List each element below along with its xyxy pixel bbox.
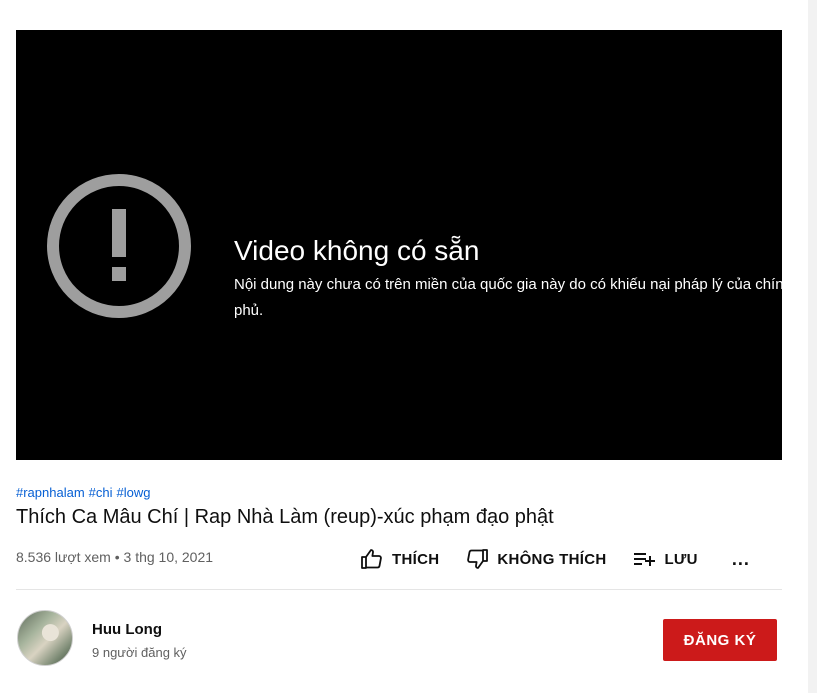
hashtag-link[interactable]: #chi <box>89 485 113 500</box>
hashtag-list: #rapnhalam #chi #lowg <box>16 485 154 500</box>
divider <box>16 589 782 590</box>
video-player[interactable]: Video không có sẵn Nội dung này chưa có … <box>16 30 792 460</box>
hashtag-link[interactable]: #rapnhalam <box>16 485 85 500</box>
dislike-label: KHÔNG THÍCH <box>497 550 607 568</box>
like-button[interactable]: THÍCH <box>360 544 439 574</box>
thumbs-up-icon <box>361 549 382 569</box>
page-frame: Video không có sẵn Nội dung này chưa có … <box>0 0 808 693</box>
playlist-add-icon <box>634 553 656 566</box>
save-button[interactable]: LƯU <box>632 544 698 574</box>
video-meta: 8.536 lượt xem • 3 thg 10, 2021 <box>16 549 213 565</box>
thumbs-down-icon <box>467 549 489 569</box>
alert-circle-icon <box>47 174 191 318</box>
view-count: 8.536 lượt xem <box>16 549 111 565</box>
error-title: Video không có sẵn <box>234 235 480 266</box>
more-actions-button[interactable]: ... <box>732 549 750 570</box>
dislike-button[interactable]: KHÔNG THÍCH <box>465 544 606 574</box>
video-title: Thích Ca Mâu Chí | Rap Nhà Làm (reup)-xú… <box>16 506 554 528</box>
action-bar: THÍCH KHÔNG THÍCH LƯU ... <box>360 544 750 574</box>
error-message: Nội dung này chưa có trên miền của quốc … <box>234 276 792 319</box>
upload-date: 3 thg 10, 2021 <box>123 549 214 565</box>
subscribe-button[interactable]: ĐĂNG KÝ <box>663 619 777 661</box>
subscriber-count: 9 người đăng ký <box>92 645 187 660</box>
save-label: LƯU <box>664 550 698 568</box>
like-label: THÍCH <box>392 550 440 568</box>
channel-avatar[interactable] <box>17 610 73 666</box>
channel-name[interactable]: Huu Long <box>92 621 162 638</box>
meta-separator: • <box>114 549 120 565</box>
hashtag-link[interactable]: #lowg <box>117 485 151 500</box>
